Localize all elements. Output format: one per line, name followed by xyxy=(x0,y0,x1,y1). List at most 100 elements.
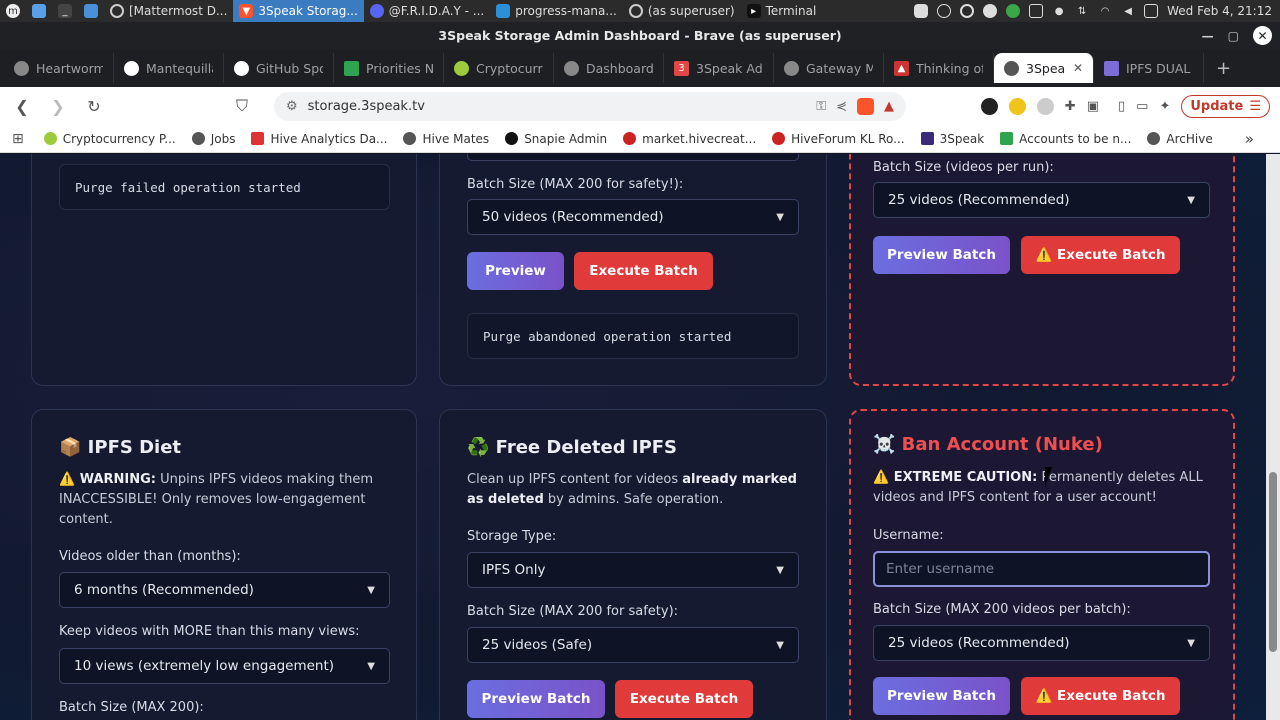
execute-batch-button[interactable]: ⚠️ Execute Batch xyxy=(1021,236,1180,274)
extension-icon[interactable] xyxy=(980,97,998,115)
url-text[interactable]: storage.3speak.tv xyxy=(308,99,807,114)
toolbar-extensions: ✚ ▣ ▯ ▭ ✦ Update ☰ xyxy=(980,94,1280,118)
update-button[interactable]: Update ☰ xyxy=(1181,94,1270,118)
bookmark-item[interactable]: Cryptocurrency P... xyxy=(43,132,176,146)
os-task-discord[interactable]: @F.R.I.D.A.Y - ... xyxy=(364,0,490,22)
bookmark-item[interactable]: HiveForum KL Ro... xyxy=(772,132,905,146)
tab-3speak-active[interactable]: 3Speak ✕ xyxy=(994,53,1094,83)
clock[interactable]: Wed Feb 4, 21:12 xyxy=(1167,4,1272,18)
free-deleted-title: ♻️ Free Deleted IPFS xyxy=(467,437,678,458)
execute-batch-button[interactable]: Execute Batch xyxy=(574,252,713,290)
bookmark-item[interactable]: 3Speak xyxy=(920,132,984,146)
os-terminal-launcher[interactable]: _ xyxy=(52,0,78,22)
preview-batch-button[interactable]: Preview Batch xyxy=(467,680,605,718)
discord-tray-icon[interactable] xyxy=(914,4,929,18)
username-input[interactable]: Enter username xyxy=(873,551,1210,587)
tab-label: Gateway M xyxy=(806,60,873,76)
close-window-icon[interactable]: ✕ xyxy=(1253,26,1272,45)
preview-batch-button[interactable]: Preview Batch xyxy=(873,236,1010,274)
bookmark-item[interactable]: Accounts to be n... xyxy=(1000,132,1131,146)
bookmark-item[interactable]: ArcHive xyxy=(1147,132,1213,146)
os-task-vscode[interactable]: progress-mana... xyxy=(490,0,623,22)
bluetooth-icon[interactable] xyxy=(937,4,952,18)
wifi-icon[interactable]: ◠ xyxy=(1098,4,1112,18)
page-scrollbar[interactable] xyxy=(1266,154,1280,720)
bookmark-item[interactable]: Hive Analytics Da... xyxy=(251,132,387,146)
preview-button[interactable]: Preview xyxy=(467,252,564,290)
address-bar[interactable]: ⚙ storage.3speak.tv ⚿ ⋞ ▲ xyxy=(274,91,906,121)
storage-type-select[interactable]: IPFS Only ▼ xyxy=(467,552,799,588)
os-task-mattermost[interactable]: [Mattermost D... xyxy=(104,0,233,22)
volume-icon[interactable]: ◀ xyxy=(1121,4,1135,18)
network-icon[interactable]: ⇅ xyxy=(1075,4,1089,18)
bookmark-item[interactable]: market.hivecreat... xyxy=(623,132,756,146)
brave-rewards-icon[interactable]: ▲ xyxy=(884,99,894,114)
execute-batch-button[interactable]: Execute Batch xyxy=(615,680,753,718)
bookmark-favicon-icon xyxy=(623,132,637,145)
scrollbar-thumb[interactable] xyxy=(1269,472,1277,652)
window-title: 3Speak Storage Admin Dashboard - Brave (… xyxy=(438,28,842,43)
batch-size-select[interactable]: 25 videos (Safe) ▼ xyxy=(467,627,799,663)
batch-size-label: Batch Size (MAX 200 for safety!): xyxy=(467,177,684,192)
tab-github-spo[interactable]: GitHub Spo xyxy=(224,53,334,83)
update-label: Update xyxy=(1190,98,1244,114)
extension-icon[interactable] xyxy=(1036,97,1054,115)
tab-heartworm[interactable]: Heartworm xyxy=(4,53,114,83)
key-icon[interactable]: ⚿ xyxy=(816,99,826,114)
tab-ipfs-dual[interactable]: IPFS DUAL xyxy=(1094,53,1204,83)
clipboard-icon[interactable] xyxy=(1029,4,1044,18)
maximize-icon[interactable]: ▢ xyxy=(1228,29,1239,43)
batch-size-select[interactable]: 50 videos (Recommended) ▼ xyxy=(467,199,799,235)
os-desktop-button[interactable] xyxy=(26,0,52,22)
leo-ai-icon[interactable]: ✦ xyxy=(1159,99,1170,114)
microphone-icon[interactable]: ● xyxy=(1052,4,1066,18)
views-select[interactable]: 10 views (extremely low engagement) ▼ xyxy=(59,648,390,684)
os-menu-button[interactable]: m xyxy=(0,0,26,22)
sidebar-icon[interactable]: ▯ xyxy=(1118,99,1125,114)
preview-batch-button[interactable]: Preview Batch xyxy=(873,677,1010,715)
previous-select[interactable] xyxy=(467,154,799,161)
bookmark-item[interactable]: Hive Mates xyxy=(403,132,489,146)
forward-icon[interactable]: ❯ xyxy=(46,94,70,118)
extension-icon[interactable] xyxy=(1008,97,1026,115)
screenshot-icon[interactable]: ▣ xyxy=(1087,99,1099,114)
execute-batch-button[interactable]: ⚠️ Execute Batch xyxy=(1021,677,1180,715)
reload-icon[interactable]: ↻ xyxy=(82,94,106,118)
apps-grid-icon[interactable]: ⊞ xyxy=(12,131,24,147)
tab-priorities[interactable]: Priorities N xyxy=(334,53,444,83)
close-tab-icon[interactable]: ✕ xyxy=(1073,61,1083,75)
tab-gateway[interactable]: Gateway M xyxy=(774,53,884,83)
site-info-icon[interactable]: ⚙ xyxy=(286,99,298,114)
power-icon[interactable] xyxy=(960,4,975,18)
tab-thinking[interactable]: ▲ Thinking of xyxy=(884,53,994,83)
sync-tray-icon[interactable] xyxy=(1006,4,1021,18)
bookmark-item[interactable]: Jobs xyxy=(191,132,235,146)
tab-mantequilla[interactable]: Mantequilla xyxy=(114,53,224,83)
age-select[interactable]: 6 months (Recommended) ▼ xyxy=(59,572,390,608)
os-task-superuser[interactable]: (as superuser) xyxy=(623,0,741,22)
batch-size-select[interactable]: 25 videos (Recommended) ▼ xyxy=(873,182,1210,218)
minimize-icon[interactable]: — xyxy=(1202,29,1214,43)
more-bookmarks-icon[interactable]: » xyxy=(1245,130,1254,148)
wallet-icon[interactable]: ▭ xyxy=(1136,99,1148,114)
back-icon[interactable]: ❮ xyxy=(10,94,34,118)
brave-shields-icon[interactable] xyxy=(857,97,874,115)
tab-label: Thinking of xyxy=(916,60,983,76)
tab-cryptocurrency[interactable]: Cryptocurre xyxy=(444,53,554,83)
tab-dashboard[interactable]: Dashboard xyxy=(554,53,664,83)
update-tray-icon[interactable] xyxy=(983,4,998,18)
tab-3speak-admin[interactable]: 3 3Speak Adm xyxy=(664,53,774,83)
os-task-brave[interactable]: ▼ 3Speak Storag... xyxy=(233,0,364,22)
os-files-launcher[interactable] xyxy=(78,0,104,22)
notes-icon[interactable] xyxy=(1144,4,1159,18)
puzzle-icon[interactable]: ✚ xyxy=(1065,99,1076,114)
bookmark-icon[interactable]: ⛉ xyxy=(230,94,254,118)
new-tab-icon[interactable]: + xyxy=(1216,58,1231,79)
batch-size-select[interactable]: 25 videos (Recommended) ▼ xyxy=(873,625,1210,661)
github-icon xyxy=(628,4,643,18)
dashboard-page: Purge failed operation started Batch Siz… xyxy=(0,154,1266,720)
share-icon[interactable]: ⋞ xyxy=(836,99,847,114)
bookmark-item[interactable]: Snapie Admin xyxy=(505,132,607,146)
os-task-terminal[interactable]: ▸ Terminal xyxy=(741,0,823,22)
purge-failed-card: Purge failed operation started xyxy=(31,154,417,386)
